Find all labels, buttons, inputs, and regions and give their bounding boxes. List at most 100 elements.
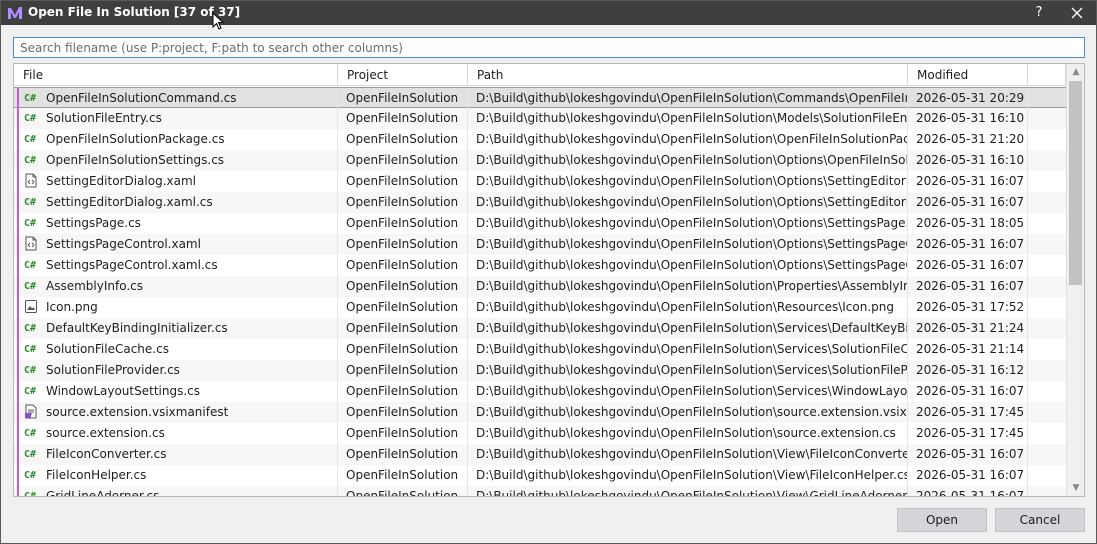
path-cell: D:\Build\github\lokeshgovindu\OpenFileIn… [468, 213, 908, 234]
mouse-pointer-icon [212, 11, 225, 31]
table-row[interactable]: C# SolutionFileEntry.cs OpenFileInSolution… [14, 108, 1066, 129]
project-cell: OpenFileInSolution [338, 486, 468, 496]
open-file-dialog: Open File In Solution [37 of 37] ? File … [0, 0, 1097, 544]
table-row[interactable]: C# AssemblyInfo.cs OpenFileInSolution D:\Bu… [14, 276, 1066, 297]
path-cell: D:\Build\github\lokeshgovindu\OpenFileIn… [468, 192, 908, 213]
project-color-stripe [17, 297, 19, 318]
table-row[interactable]: C# SolutionFileCache.cs OpenFileInSolution… [14, 339, 1066, 360]
project-color-stripe [17, 255, 19, 276]
table-row[interactable]: C# OpenFileInSolutionPackage.cs OpenFileIn… [14, 129, 1066, 150]
file-name: source.extension.vsixmanifest [46, 405, 229, 419]
file-name: DefaultKeyBindingInitializer.cs [46, 321, 228, 335]
close-button[interactable] [1065, 1, 1089, 25]
table-row[interactable]: C# FileIconConverter.cs OpenFileInSolution… [14, 444, 1066, 465]
path-cell: D:\Build\github\lokeshgovindu\OpenFileIn… [468, 88, 908, 109]
path-cell: D:\Build\github\lokeshgovindu\OpenFileIn… [468, 360, 908, 381]
column-header-project[interactable]: Project [338, 64, 468, 86]
title-bar[interactable]: Open File In Solution [37 of 37] ? [1, 1, 1096, 30]
scroll-up-arrow-icon[interactable]: ▲ [1067, 64, 1084, 80]
close-icon [1071, 7, 1083, 19]
table-row[interactable]: SettingsPageControl.xaml OpenFileInSoluti… [14, 234, 1066, 255]
table-row[interactable]: Icon.png OpenFileInSolution D:\Build\githu… [14, 297, 1066, 318]
table-row[interactable]: C# SettingEditorDialog.xaml.cs OpenFileInS… [14, 192, 1066, 213]
file-name: SettingsPageControl.xaml [46, 237, 201, 251]
modified-cell: 2026-05-31 16:07 [908, 171, 1028, 192]
column-header-row: File Project Path Modified [14, 64, 1066, 86]
file-cell: C# FileIconConverter.cs [22, 444, 338, 465]
csharp-file-icon: C# [24, 491, 37, 497]
table-row[interactable]: C# SettingsPage.cs OpenFileInSolution D:\Bu… [14, 213, 1066, 234]
file-name: SettingsPage.cs [46, 216, 141, 230]
file-cell: C# SolutionFileEntry.cs [22, 108, 338, 129]
file-name: SolutionFileProvider.cs [46, 363, 180, 377]
project-cell: OpenFileInSolution [338, 276, 468, 297]
path-cell: D:\Build\github\lokeshgovindu\OpenFileIn… [468, 486, 908, 496]
file-cell: source.extension.vsixmanifest [22, 402, 338, 423]
file-name: SolutionFileCache.cs [46, 342, 169, 356]
file-cell: C# OpenFileInSolutionSettings.cs [22, 150, 338, 171]
file-name: GridLineAdorner.cs [46, 489, 160, 497]
project-cell: OpenFileInSolution [338, 88, 468, 109]
project-cell: OpenFileInSolution [338, 318, 468, 339]
file-name: WindowLayoutSettings.cs [46, 384, 200, 398]
csharp-file-icon: C# [24, 260, 37, 271]
column-header-modified[interactable]: Modified [908, 64, 1028, 86]
column-header-filler [1028, 64, 1066, 86]
modified-cell: 2026-05-31 16:07 [908, 486, 1028, 496]
file-cell: SettingsPageControl.xaml [22, 234, 338, 255]
project-color-stripe [17, 234, 19, 255]
search-input[interactable] [13, 37, 1085, 58]
table-row[interactable]: C# OpenFileInSolutionSettings.cs OpenFileI… [14, 150, 1066, 171]
table-row[interactable]: C# DefaultKeyBindingInitializer.cs OpenFil… [14, 318, 1066, 339]
path-cell: D:\Build\github\lokeshgovindu\OpenFileIn… [468, 318, 908, 339]
file-name: SolutionFileEntry.cs [46, 111, 162, 125]
modified-cell: 2026-05-31 16:10 [908, 150, 1028, 171]
modified-cell: 2026-05-31 16:07 [908, 276, 1028, 297]
modified-cell: 2026-05-31 21:24 [908, 318, 1028, 339]
column-header-path[interactable]: Path [468, 64, 908, 86]
project-cell: OpenFileInSolution [338, 402, 468, 423]
project-cell: OpenFileInSolution [338, 444, 468, 465]
file-name: Icon.png [46, 300, 98, 314]
scrollbar-thumb[interactable] [1069, 81, 1082, 285]
file-cell: C# GridLineAdorner.cs [22, 486, 338, 497]
path-cell: D:\Build\github\lokeshgovindu\OpenFileIn… [468, 444, 908, 465]
csharp-file-icon: C# [24, 155, 37, 166]
project-color-stripe [17, 213, 19, 234]
project-cell: OpenFileInSolution [338, 150, 468, 171]
table-row[interactable]: source.extension.vsixmanifest OpenFileInS… [14, 402, 1066, 423]
table-row[interactable]: C# SettingsPageControl.xaml.cs OpenFileInS… [14, 255, 1066, 276]
project-color-stripe [17, 339, 19, 360]
file-cell: C# SolutionFileCache.cs [22, 339, 338, 360]
open-button[interactable]: Open [897, 508, 987, 532]
project-cell: OpenFileInSolution [338, 255, 468, 276]
csharp-file-icon: C# [24, 344, 37, 355]
csharp-file-icon: C# [24, 323, 37, 334]
column-header-file[interactable]: File [14, 64, 338, 86]
vsixmanifest-file-icon [24, 402, 42, 423]
project-color-stripe [17, 360, 19, 381]
cancel-button[interactable]: Cancel [995, 508, 1085, 532]
table-row[interactable]: C# OpenFileInSolutionCommand.cs OpenFileIn… [14, 87, 1066, 109]
table-row[interactable]: C# FileIconHelper.cs OpenFileInSolution D:\… [14, 465, 1066, 486]
scroll-down-arrow-icon[interactable]: ▼ [1067, 480, 1084, 496]
table-row[interactable]: SettingEditorDialog.xaml OpenFileInSoluti… [14, 171, 1066, 192]
table-row[interactable]: C# WindowLayoutSettings.cs OpenFileInSolut… [14, 381, 1066, 402]
project-color-stripe [17, 129, 19, 150]
modified-cell: 2026-05-31 21:20 [908, 129, 1028, 150]
csharp-file-icon: C# [24, 470, 37, 481]
file-name: OpenFileInSolutionPackage.cs [46, 132, 225, 146]
help-button[interactable]: ? [1027, 1, 1051, 25]
path-cell: D:\Build\github\lokeshgovindu\OpenFileIn… [468, 234, 908, 255]
path-cell: D:\Build\github\lokeshgovindu\OpenFileIn… [468, 402, 908, 423]
csharp-file-icon: C# [24, 197, 37, 208]
table-row[interactable]: C# source.extension.cs OpenFileInSolution D… [14, 423, 1066, 444]
file-cell: C# OpenFileInSolutionPackage.cs [22, 129, 338, 150]
vertical-scrollbar[interactable]: ▲ ▼ [1066, 64, 1084, 496]
table-row[interactable]: C# SolutionFileProvider.cs OpenFileInSolut… [14, 360, 1066, 381]
file-cell: C# DefaultKeyBindingInitializer.cs [22, 318, 338, 339]
table-row[interactable]: C# GridLineAdorner.cs OpenFileInSolution D:… [14, 486, 1066, 497]
project-cell: OpenFileInSolution [338, 297, 468, 318]
modified-cell: 2026-05-31 17:45 [908, 423, 1028, 444]
project-cell: OpenFileInSolution [338, 339, 468, 360]
